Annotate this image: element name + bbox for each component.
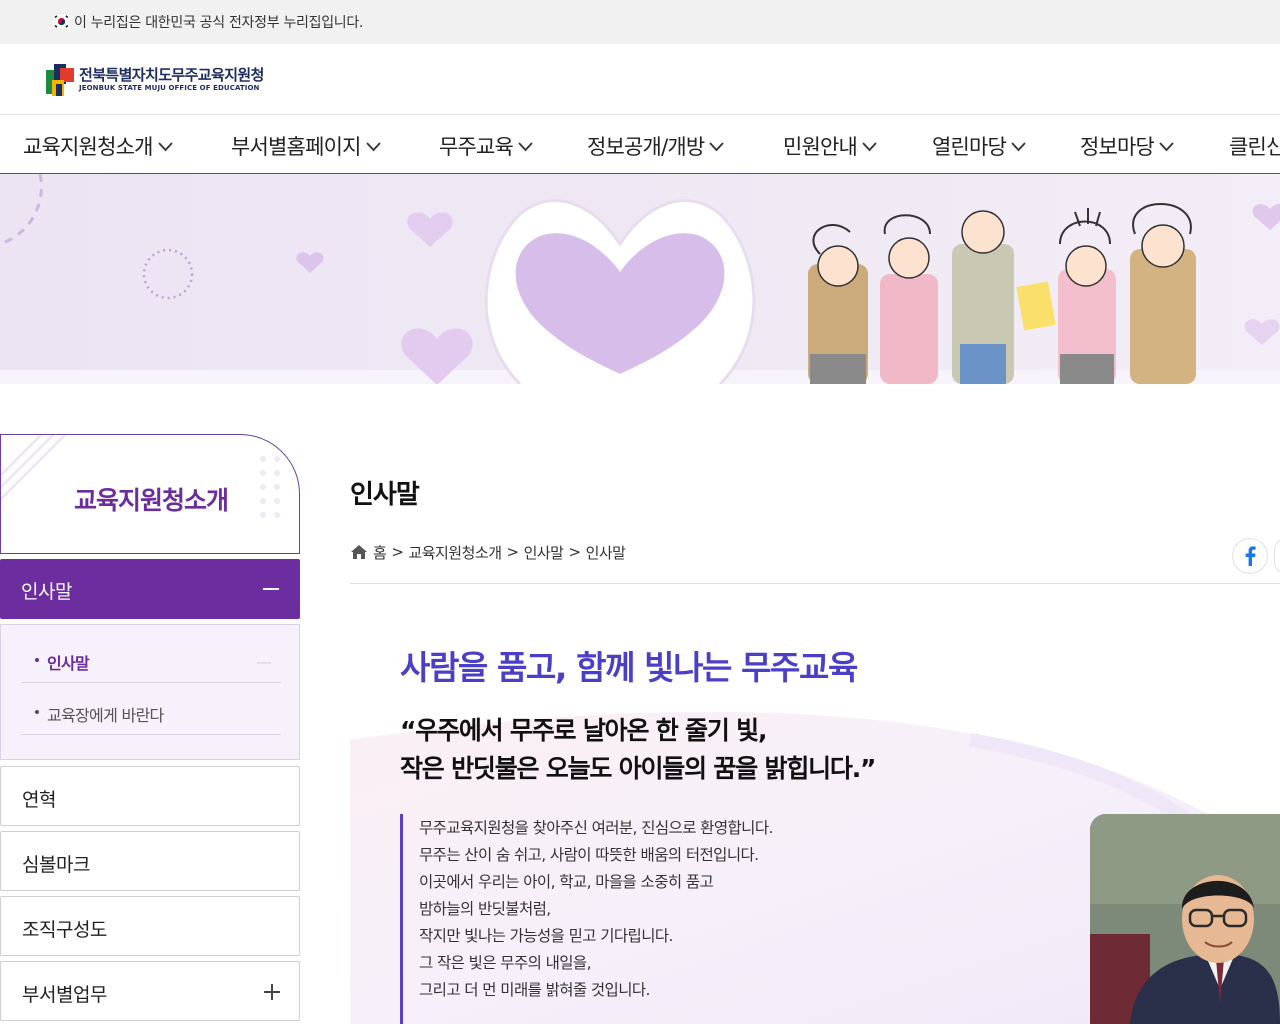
sidebar-item-symbol[interactable]: 심볼마크	[0, 831, 300, 891]
sidebar-title-box: 교육지원청소개	[0, 434, 300, 554]
gnb-item-label: 정보공개/개방	[587, 135, 705, 159]
gnb-item-departments[interactable]: 부서별홈페이지	[231, 131, 382, 161]
minus-icon	[263, 588, 279, 590]
gnb-item-muju-education[interactable]: 무주교육	[439, 131, 534, 161]
body-line: 무주교육지원청을 찾아주신 여러분, 진심으로 환영합니다.	[419, 819, 773, 837]
chevron-down-icon	[709, 141, 725, 151]
facebook-share-button[interactable]	[1232, 538, 1268, 574]
body-line: 무주는 산이 숨 쉬고, 사람이 따뜻한 배움의 터전입니다.	[419, 846, 759, 864]
sidebar-item-organization[interactable]: 조직구성도	[0, 896, 300, 956]
sidebar-item-label: 연혁	[22, 789, 56, 811]
share-button-partial[interactable]	[1274, 538, 1280, 574]
logo-name-en[interactable]: JEONBUK STATE MUJU OFFICE OF EDUCATION	[79, 84, 260, 92]
gov-notice-bar: 이 누리집은 대한민국 공식 전자정부 누리집입니다.	[0, 0, 1280, 44]
breadcrumb-level-2[interactable]: 인사말	[524, 542, 564, 563]
sidebar-item-label: 심볼마크	[22, 854, 90, 876]
gnb-item-label: 부서별홈페이지	[231, 135, 361, 159]
breadcrumb-separator: >	[506, 543, 520, 561]
gnb-item-intro[interactable]: 교육지원청소개	[23, 131, 174, 161]
gnb-item-civil-service[interactable]: 민원안내	[783, 131, 878, 161]
sidebar-item-label: 부서별업무	[22, 984, 107, 1006]
sidebar-item-greeting[interactable]: 인사말	[0, 559, 300, 619]
gnb-item-label: 열린마당	[932, 135, 1007, 159]
sidebar-submenu: 인사말 교육장에게 바란다	[0, 624, 300, 760]
sidebar-item-label: 인사말	[21, 581, 72, 603]
submenu-item-label: 인사말	[47, 654, 90, 673]
body-line: 그 작은 빛은 무주의 내일을,	[419, 954, 592, 972]
gnb-item-label: 무주교육	[439, 135, 514, 159]
breadcrumb-current: 인사말	[585, 543, 626, 562]
breadcrumb-level-1[interactable]: 교육지원청소개	[408, 542, 502, 563]
greeting-quote-line-2: 작은 반딧불은 오늘도 아이들의 꿈을 밝힙니다.”	[400, 754, 876, 783]
body-accent-bar	[400, 814, 403, 1024]
plus-icon	[264, 984, 280, 1000]
superintendent-photo	[1090, 814, 1280, 1024]
site-header: 전북특별자치도무주교육지원청 JEONBUK STATE MUJU OFFICE…	[0, 44, 1280, 114]
korea-flag-icon	[53, 13, 70, 30]
body-line: 작지만 빛나는 가능성을 믿고 기다립니다.	[419, 927, 673, 945]
breadcrumb-home[interactable]: 홈	[373, 542, 387, 563]
sidebar-item-department-tasks[interactable]: 부서별업무	[0, 961, 300, 1021]
global-nav: 교육지원청소개 부서별홈페이지 무주교육 정보공개/개방 민원안내 열린마당 정…	[0, 114, 1280, 174]
gnb-item-label: 정보마당	[1080, 135, 1155, 159]
gnb-item-info-disclosure[interactable]: 정보공개/개방	[587, 131, 725, 161]
body-line: 밤하늘의 반딧불처럼,	[419, 900, 551, 918]
breadcrumb: 홈 > 교육지원청소개 > 인사말 > 인사말	[350, 541, 626, 563]
gnb-item-label: 민원안내	[783, 135, 858, 159]
portrait-image	[1090, 814, 1280, 1024]
chevron-down-icon	[518, 141, 533, 151]
gnb-item-label: 교육지원청소개	[23, 135, 153, 159]
gnb-item-label: 클린신	[1229, 135, 1280, 159]
sidebar-item-history[interactable]: 연혁	[0, 766, 300, 826]
submenu-item-suggestions[interactable]: 교육장에게 바란다	[21, 683, 281, 735]
chevron-down-icon	[157, 141, 173, 151]
submenu-item-label: 교육장에게 바란다	[47, 706, 164, 725]
chevron-down-icon	[862, 141, 877, 151]
greeting-headline: 사람을 품고, 함께 빛나는 무주교육	[400, 648, 858, 687]
submenu-item-greeting[interactable]: 인사말	[21, 631, 281, 683]
banner-illustration	[0, 174, 1280, 384]
body-line: 그리고 더 먼 미래를 밝혀줄 것입니다.	[419, 981, 650, 999]
breadcrumb-separator: >	[391, 543, 404, 561]
content-divider	[350, 583, 1280, 584]
home-icon[interactable]	[350, 544, 368, 560]
bullet-icon	[35, 658, 39, 662]
greeting-body: 무주교육지원청을 찾아주신 여러분, 진심으로 환영합니다. 무주는 산이 숨 …	[419, 815, 773, 1004]
gnb-item-clean[interactable]: 클린신	[1229, 131, 1280, 161]
minus-icon	[257, 662, 271, 664]
gov-notice-text: 이 누리집은 대한민국 공식 전자정부 누리집입니다.	[74, 15, 364, 31]
body-line: 이곳에서 우리는 아이, 학교, 마을을 소중히 품고	[419, 873, 714, 891]
gnb-item-info-forum[interactable]: 정보마당	[1080, 131, 1175, 161]
chevron-down-icon	[1011, 141, 1026, 151]
sub-visual-banner	[0, 174, 1280, 384]
sidebar-title: 교육지원청소개	[73, 486, 229, 515]
page-title: 인사말	[350, 480, 420, 510]
breadcrumb-separator: >	[568, 543, 581, 561]
chevron-down-icon	[1159, 141, 1174, 151]
logo-name-ko[interactable]: 전북특별자치도무주교육지원청	[79, 64, 264, 85]
greeting-quote-line-1: “우주에서 무주로 날아온 한 줄기 빛,	[400, 716, 767, 745]
gnb-item-open-forum[interactable]: 열린마당	[932, 131, 1027, 161]
chevron-down-icon	[365, 141, 381, 151]
logo-mark-icon[interactable]	[46, 64, 74, 96]
sidebar-item-label: 조직구성도	[22, 919, 107, 941]
bullet-icon	[35, 710, 39, 714]
facebook-icon	[1245, 546, 1256, 566]
